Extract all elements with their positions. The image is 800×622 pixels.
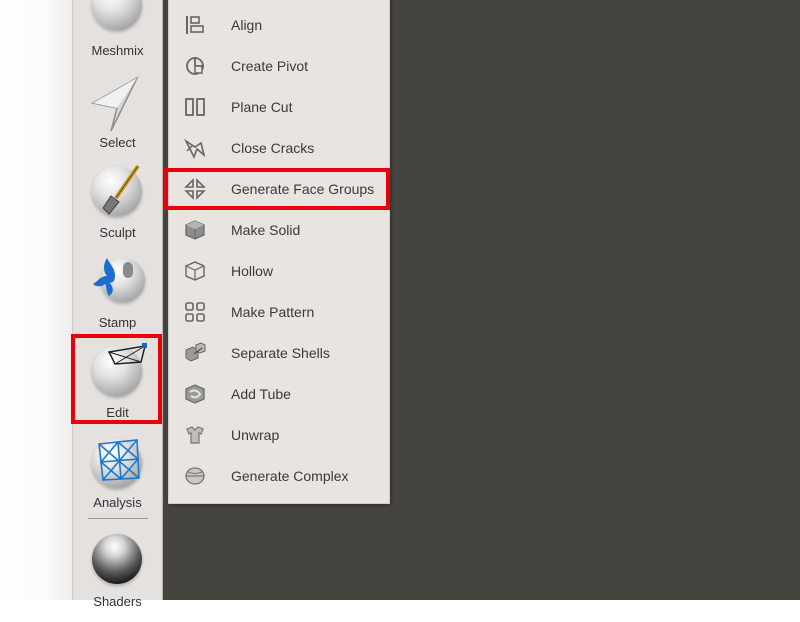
close-cracks-icon <box>184 138 206 159</box>
add-tube-icon <box>185 384 205 404</box>
create-pivot-icon <box>186 57 204 75</box>
separate-shells-icon <box>185 342 206 362</box>
hollow-icon <box>185 261 205 281</box>
tool-sculpt[interactable]: Sculpt <box>73 162 162 252</box>
menu-item-close-cracks[interactable]: Close Cracks <box>169 128 389 169</box>
shaders-sphere-icon <box>92 534 142 584</box>
plane-cut-icon <box>185 98 205 116</box>
select-arrow-icon <box>90 76 139 132</box>
menu-item-create-pivot[interactable]: Create Pivot <box>169 46 389 87</box>
tool-label-stamp: Stamp <box>98 315 137 330</box>
analysis-mesh-icon <box>98 439 140 481</box>
sculpt-brush-icon <box>102 164 140 215</box>
unwrap-icon <box>186 426 204 444</box>
menu-item-hollow[interactable]: Hollow <box>169 251 389 292</box>
tool-label-shaders: Shaders <box>93 594 142 609</box>
make-solid-icon <box>185 220 205 240</box>
tool-shaders[interactable]: Shaders <box>73 532 162 622</box>
tool-meshmix[interactable]: Meshmix <box>73 0 162 70</box>
tool-analysis[interactable]: Analysis <box>73 432 162 522</box>
menu-item-label: Close Cracks <box>231 140 315 156</box>
tool-label-select: Select <box>99 135 136 150</box>
menu-item-label: Add Tube <box>231 386 291 402</box>
edit-dropdown-menu: Align Create Pivot Plane Cut Close Crack… <box>168 0 390 504</box>
meshmix-head-icon <box>92 0 142 30</box>
main-toolbar: Meshmix Select Sculpt Stamp Edit Analysi… <box>72 0 163 609</box>
menu-item-label: Make Pattern <box>231 304 315 320</box>
menu-item-label: Align <box>231 17 263 33</box>
menu-item-label: Create Pivot <box>231 58 309 74</box>
edit-tool-highlight <box>71 334 162 424</box>
menu-item-generate-complex[interactable]: Generate Complex <box>169 456 389 497</box>
tool-label-analysis: Analysis <box>93 495 142 510</box>
generate-face-groups-highlight <box>164 168 390 210</box>
menu-item-label: Separate Shells <box>231 345 330 361</box>
make-pattern-icon <box>185 302 205 322</box>
window-left-margin <box>0 0 72 600</box>
toolbar-separator <box>88 518 148 519</box>
tool-label-meshmix: Meshmix <box>91 43 144 58</box>
menu-item-separate-shells[interactable]: Separate Shells <box>169 333 389 374</box>
tool-stamp[interactable]: Stamp <box>73 252 162 342</box>
generate-complex-icon <box>185 467 205 485</box>
tool-label-sculpt: Sculpt <box>99 225 136 240</box>
menu-item-make-pattern[interactable]: Make Pattern <box>169 292 389 333</box>
stamp-icon <box>93 258 133 296</box>
menu-item-label: Make Solid <box>231 222 301 238</box>
menu-item-label: Hollow <box>231 263 274 279</box>
menu-item-make-solid[interactable]: Make Solid <box>169 210 389 251</box>
menu-item-label: Plane Cut <box>231 99 293 115</box>
menu-item-plane-cut[interactable]: Plane Cut <box>169 87 389 128</box>
tool-select[interactable]: Select <box>73 72 162 162</box>
align-icon <box>186 16 204 34</box>
menu-item-unwrap[interactable]: Unwrap <box>169 415 389 456</box>
menu-item-align[interactable]: Align <box>169 5 389 46</box>
menu-item-add-tube[interactable]: Add Tube <box>169 374 389 415</box>
menu-item-label: Unwrap <box>231 427 280 443</box>
menu-item-label: Generate Complex <box>231 468 349 484</box>
